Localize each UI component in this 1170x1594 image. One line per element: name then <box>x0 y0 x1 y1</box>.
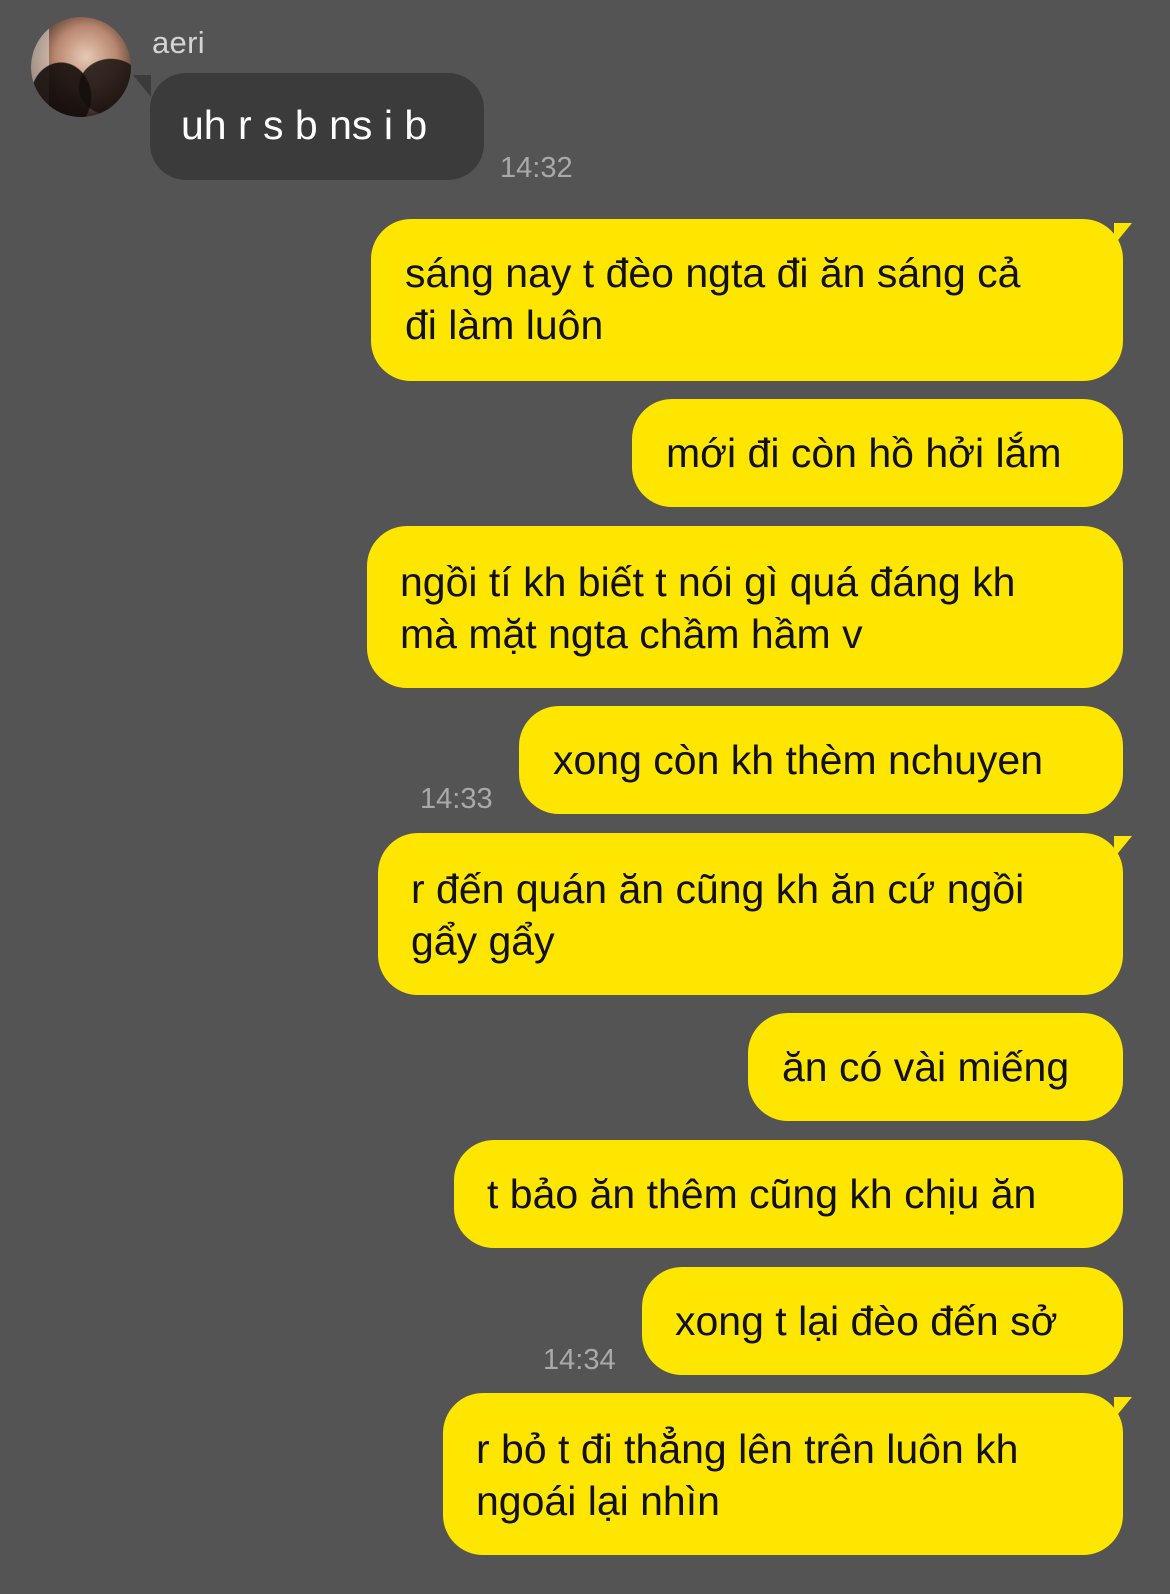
outgoing-message-bubble[interactable]: ngồi tí kh biết t nói gì quá đáng kh mà … <box>367 526 1123 688</box>
outgoing-message-text: mới đi còn hồ hởi lắm <box>666 430 1062 476</box>
contact-avatar[interactable] <box>31 17 131 117</box>
incoming-message-text: uh r s b ns i b <box>181 102 428 148</box>
outgoing-message-text: ngồi tí kh biết t nói gì quá đáng kh mà … <box>400 559 1016 657</box>
message-timestamp: 14:34 <box>543 1344 616 1376</box>
incoming-message-bubble[interactable]: uh r s b ns i b <box>150 73 484 180</box>
outgoing-message-text: sáng nay t đèo ngta đi ăn sáng cả đi làm… <box>405 250 1021 348</box>
incoming-bubble-tail <box>133 75 151 97</box>
outgoing-message-bubble[interactable]: mới đi còn hồ hởi lắm <box>632 399 1123 507</box>
outgoing-message-text: ăn có vài miếng <box>782 1044 1070 1090</box>
outgoing-message-text: xong còn kh thèm nchuyen <box>553 737 1044 783</box>
outgoing-message-bubble[interactable]: r bỏ t đi thẳng lên trên luôn kh ngoái l… <box>443 1393 1123 1555</box>
outgoing-message-bubble[interactable]: t bảo ăn thêm cũng kh chịu ăn <box>454 1140 1123 1248</box>
outgoing-message-text: t bảo ăn thêm cũng kh chịu ăn <box>487 1171 1037 1217</box>
outgoing-message-text: r đến quán ăn cũng kh ăn cứ ngồi gẩy gẩy <box>411 866 1025 964</box>
contact-name: aeri <box>152 25 205 60</box>
outgoing-message-bubble[interactable]: r đến quán ăn cũng kh ăn cứ ngồi gẩy gẩy <box>378 833 1123 995</box>
avatar-photo <box>31 17 131 117</box>
message-timestamp: 14:32 <box>500 152 573 184</box>
outgoing-message-bubble[interactable]: ăn có vài miếng <box>748 1013 1123 1121</box>
message-timestamp: 14:33 <box>420 783 493 815</box>
outgoing-message-text: xong t lại đèo đến sở <box>675 1298 1058 1344</box>
outgoing-message-bubble[interactable]: xong còn kh thèm nchuyen <box>519 706 1123 814</box>
outgoing-message-bubble[interactable]: xong t lại đèo đến sở <box>642 1267 1123 1375</box>
outgoing-message-bubble[interactable]: sáng nay t đèo ngta đi ăn sáng cả đi làm… <box>371 219 1123 381</box>
outgoing-message-text: r bỏ t đi thẳng lên trên luôn kh ngoái l… <box>476 1426 1019 1524</box>
